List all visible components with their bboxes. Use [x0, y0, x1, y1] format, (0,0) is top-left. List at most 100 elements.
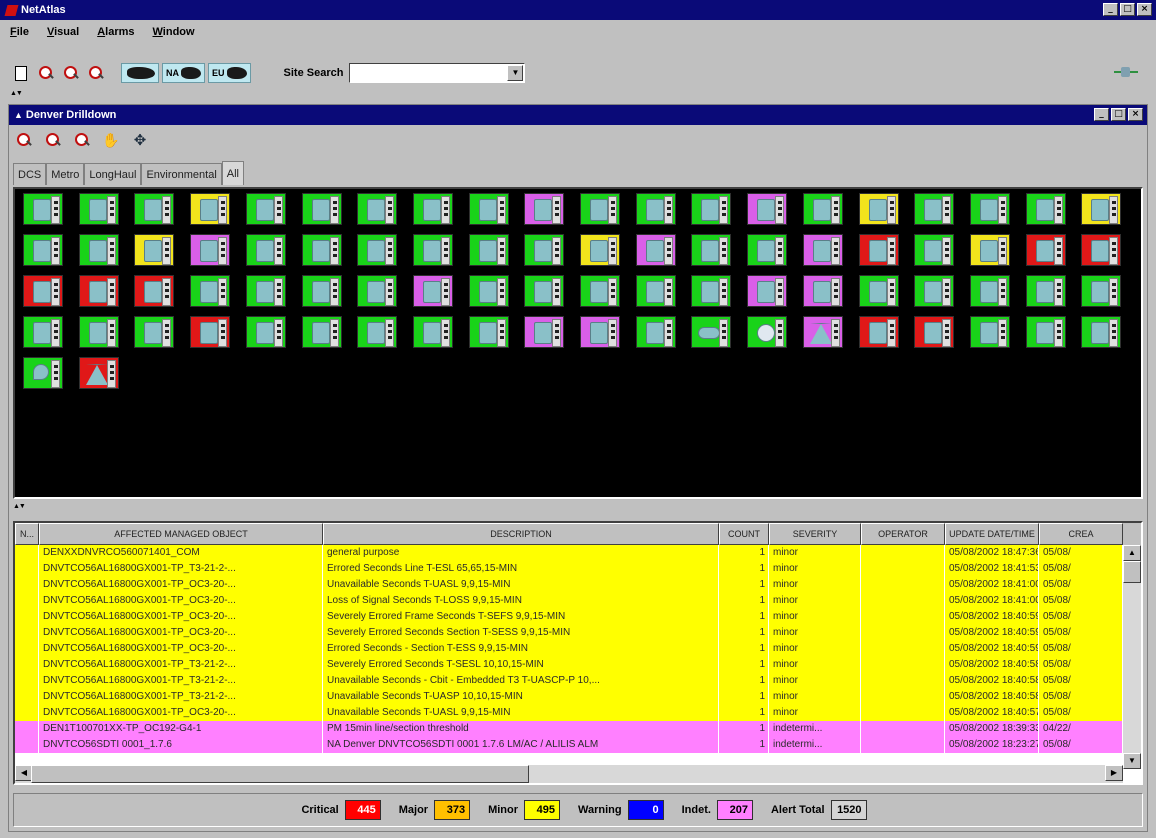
network-element-node[interactable] [302, 234, 342, 266]
network-element-node[interactable] [246, 193, 286, 225]
network-element-node[interactable] [23, 234, 63, 266]
network-element-node[interactable] [1026, 193, 1066, 225]
network-element-node[interactable] [134, 234, 174, 266]
network-element-node[interactable] [524, 316, 564, 348]
network-element-node[interactable] [79, 234, 119, 266]
table-row[interactable]: DEN1T100701XX-TP_OC192-G4-1 PM 15min line… [15, 721, 1123, 737]
scroll-up-icon[interactable]: ▲ [1123, 545, 1141, 561]
network-element-node[interactable] [914, 275, 954, 307]
network-element-node[interactable] [747, 234, 787, 266]
network-element-node[interactable] [190, 193, 230, 225]
network-element-node[interactable] [914, 193, 954, 225]
network-element-node[interactable] [859, 193, 899, 225]
zoom-out-button[interactable] [42, 129, 64, 151]
network-element-node[interactable] [691, 234, 731, 266]
network-element-node[interactable] [413, 234, 453, 266]
network-element-node[interactable] [23, 193, 63, 225]
column-header[interactable]: COUNT [719, 523, 769, 545]
tab-dcs[interactable]: DCS [13, 163, 47, 185]
vertical-scrollbar[interactable]: ▲ ▼ [1123, 545, 1141, 769]
network-element-node[interactable] [357, 316, 397, 348]
network-element-node[interactable] [970, 234, 1010, 266]
menu-file[interactable]: File [10, 26, 29, 38]
network-element-node[interactable] [79, 316, 119, 348]
scroll-right-icon[interactable]: ▶ [1105, 765, 1123, 781]
network-element-node[interactable] [1026, 275, 1066, 307]
network-element-node[interactable] [524, 275, 564, 307]
network-element-node[interactable] [1026, 316, 1066, 348]
network-element-node[interactable] [302, 316, 342, 348]
network-element-node[interactable] [747, 275, 787, 307]
table-row[interactable]: DNVTCO56AL16800GX001-TP_T3-21-2-... Unava… [15, 673, 1123, 689]
network-element-node[interactable] [859, 234, 899, 266]
network-element-node[interactable] [580, 234, 620, 266]
chevron-down-icon[interactable]: ▼ [507, 65, 524, 81]
column-header[interactable]: SEVERITY [769, 523, 861, 545]
zoom-fit-button[interactable] [85, 62, 107, 84]
network-element-node[interactable] [691, 193, 731, 225]
minimize-icon[interactable]: _ [1094, 108, 1109, 121]
world-map-button[interactable] [121, 63, 159, 83]
maximize-icon[interactable]: □ [1111, 108, 1126, 121]
network-element-node[interactable] [524, 234, 564, 266]
new-document-button[interactable] [10, 62, 32, 84]
network-element-node[interactable] [357, 275, 397, 307]
network-element-node[interactable] [580, 275, 620, 307]
network-element-node[interactable] [134, 193, 174, 225]
column-header[interactable]: UPDATE DATE/TIME [945, 523, 1039, 545]
table-row[interactable]: DNVTCO56AL16800GX001-TP_OC3-20-... Severe… [15, 625, 1123, 641]
network-element-node[interactable] [134, 316, 174, 348]
network-element-node[interactable] [190, 234, 230, 266]
horizontal-scroll-thumb[interactable] [31, 765, 529, 783]
network-element-node[interactable] [636, 234, 676, 266]
table-row[interactable]: DNVTCO56SDTI 0001_1.7.6 NA Denver DNVTCO5… [15, 737, 1123, 753]
network-element-node[interactable] [636, 316, 676, 348]
network-element-node[interactable] [302, 193, 342, 225]
network-element-node[interactable] [859, 316, 899, 348]
network-element-node[interactable] [803, 193, 843, 225]
network-element-node[interactable] [970, 275, 1010, 307]
window-menu-icon[interactable]: ▲ [14, 110, 23, 120]
zoom-in-button[interactable] [35, 62, 57, 84]
pin-network-node[interactable] [23, 357, 63, 389]
network-element-node[interactable] [636, 275, 676, 307]
close-icon[interactable]: × [1137, 3, 1152, 16]
network-element-node[interactable] [1081, 193, 1121, 225]
network-element-node[interactable] [469, 316, 509, 348]
zoom-fit-button[interactable] [71, 129, 93, 151]
zoom-in-button[interactable] [13, 129, 35, 151]
network-element-node[interactable] [803, 275, 843, 307]
table-row[interactable]: DNVTCO56AL16800GX001-TP_T3-21-2-... Sever… [15, 657, 1123, 673]
pan-button[interactable]: ✋ [100, 129, 122, 151]
network-element-node[interactable] [79, 275, 119, 307]
close-icon[interactable]: × [1128, 108, 1143, 121]
network-element-node[interactable] [1081, 316, 1121, 348]
network-element-node[interactable] [79, 193, 119, 225]
table-row[interactable]: DNVTCO56AL16800GX001-TP_OC3-20-... Unavai… [15, 705, 1123, 721]
triangle-network-node[interactable] [803, 316, 843, 348]
column-header[interactable]: N... [15, 523, 39, 545]
scroll-down-icon[interactable]: ▼ [1123, 753, 1141, 769]
triangle-network-node[interactable] [79, 357, 119, 389]
network-element-node[interactable] [469, 193, 509, 225]
table-row[interactable]: DNVTCO56AL16800GX001-TP_T3-21-2-... Error… [15, 561, 1123, 577]
network-element-node[interactable] [970, 316, 1010, 348]
network-element-node[interactable] [190, 275, 230, 307]
network-element-node[interactable] [246, 275, 286, 307]
site-search-combobox[interactable]: ▼ [349, 63, 526, 83]
table-row[interactable]: DNVTCO56AL16800GX001-TP_T3-21-2-... Unava… [15, 689, 1123, 705]
network-element-node[interactable] [469, 275, 509, 307]
minimize-icon[interactable]: _ [1103, 3, 1118, 16]
network-element-node[interactable] [302, 275, 342, 307]
tab-environmental[interactable]: Environmental [141, 163, 222, 185]
network-element-node[interactable] [23, 316, 63, 348]
network-element-node[interactable] [580, 316, 620, 348]
network-element-node[interactable] [914, 234, 954, 266]
table-row[interactable]: DNVTCO56AL16800GX001-TP_OC3-20-... Severe… [15, 609, 1123, 625]
network-element-node[interactable] [357, 234, 397, 266]
network-element-node[interactable] [190, 316, 230, 348]
table-row[interactable]: DNVTCO56AL16800GX001-TP_OC3-20-... Unavai… [15, 577, 1123, 593]
maximize-icon[interactable]: □ [1120, 3, 1135, 16]
network-node-canvas[interactable] [13, 187, 1143, 499]
move-button[interactable]: ✥ [129, 129, 151, 151]
